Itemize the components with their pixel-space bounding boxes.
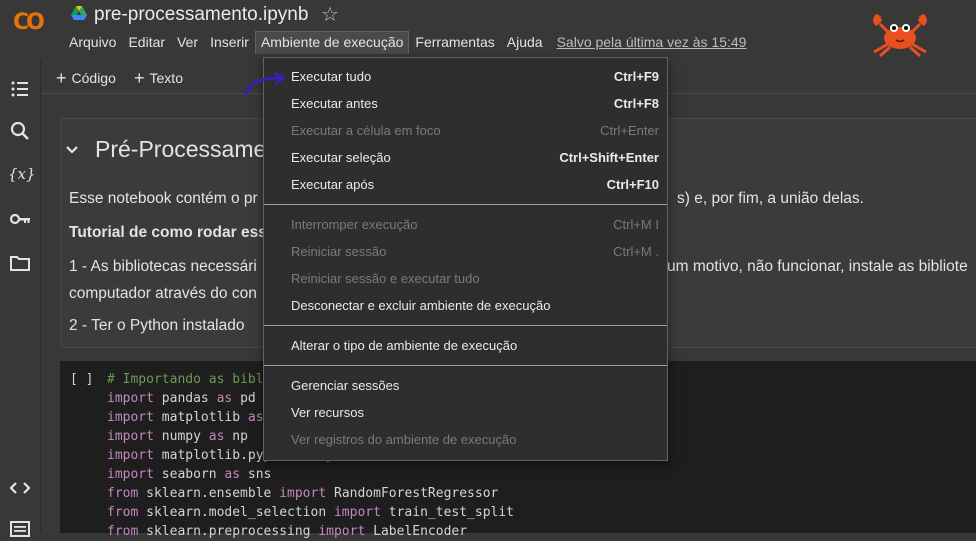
run-cell-button[interactable]: [ ] <box>70 372 93 387</box>
add-text-button[interactable]: + Texto <box>134 67 183 88</box>
menu-ajuda[interactable]: Ajuda <box>501 31 549 53</box>
menu-divider <box>264 325 667 326</box>
collapse-chevron-icon[interactable] <box>65 145 79 155</box>
menu-item-executar-apos[interactable]: Executar após Ctrl+F10 <box>264 171 667 198</box>
menu-item-label: Desconectar e excluir ambiente de execuç… <box>291 298 551 313</box>
annotation-arrow-icon <box>244 72 286 98</box>
menu-ferramentas[interactable]: Ferramentas <box>409 31 500 53</box>
code-line: import matplotlib as <box>107 410 264 425</box>
menu-item-label: Alterar o tipo de ambiente de execução <box>291 338 518 353</box>
menu-divider <box>264 365 667 366</box>
menu-item-executar-tudo[interactable]: Executar tudo Ctrl+F9 <box>264 63 667 90</box>
menu-item-label: Ver recursos <box>291 405 364 420</box>
menu-item-label: Interromper execução <box>291 217 418 232</box>
menu-item-ver-registros: Ver registros do ambiente de execução <box>264 426 667 453</box>
add-code-button[interactable]: + Código <box>56 67 116 88</box>
plus-icon: + <box>56 68 67 88</box>
menu-ambiente-de-execucao[interactable]: Ambiente de execução <box>254 30 410 54</box>
runtime-dropdown-menu: Executar tudo Ctrl+F9 Executar antes Ctr… <box>263 57 668 461</box>
star-icon[interactable]: ☆ <box>321 2 339 27</box>
paragraph-intro-right: s) e, por fim, a união delas. <box>677 190 864 207</box>
crab-mascot-icon <box>873 14 927 58</box>
menu-item-label: Executar seleção <box>291 150 391 165</box>
menu-item-executar-antes[interactable]: Executar antes Ctrl+F8 <box>264 90 667 117</box>
menu-item-shortcut: Ctrl+Shift+Enter <box>559 150 659 165</box>
notebook-title[interactable]: pre-processamento.ipynb <box>94 4 308 26</box>
section-heading: Pré-Processame <box>95 136 267 162</box>
menu-ver[interactable]: Ver <box>171 31 204 53</box>
paragraph-step1-left: 1 - As bibliotecas necessári <box>69 258 257 275</box>
menu-item-executar-selecao[interactable]: Executar seleção Ctrl+Shift+Enter <box>264 144 667 171</box>
menu-item-shortcut: Ctrl+M I <box>613 217 659 232</box>
menu-item-shortcut: Ctrl+F8 <box>613 96 659 111</box>
menu-item-desconectar[interactable]: Desconectar e excluir ambiente de execuç… <box>264 292 667 319</box>
menu-item-reiniciar-sessao: Reiniciar sessão Ctrl+M . <box>264 238 667 265</box>
menu-item-shortcut: Ctrl+F10 <box>606 177 659 192</box>
code-line: # Importando as bibl <box>107 372 264 387</box>
menu-item-alterar-tipo[interactable]: Alterar o tipo de ambiente de execução <box>264 332 667 359</box>
menu-item-gerenciar-sessoes[interactable]: Gerenciar sessões <box>264 372 667 399</box>
menu-item-label: Executar após <box>291 177 375 192</box>
menu-item-label: Gerenciar sessões <box>291 378 400 393</box>
menu-item-executar-celula-em-foco: Executar a célula em foco Ctrl+Enter <box>264 117 667 144</box>
add-text-label: Texto <box>149 70 183 86</box>
paragraph-intro-left: Esse notebook contém o pr <box>69 190 258 207</box>
code-snippets-icon[interactable] <box>8 476 32 500</box>
menu-inserir[interactable]: Inserir <box>204 31 255 53</box>
google-drive-icon <box>71 6 87 20</box>
colab-logo[interactable]: CO <box>13 10 45 35</box>
menu-item-shortcut: Ctrl+F9 <box>613 69 659 84</box>
menu-item-label: Reiniciar sessão e executar tudo <box>291 271 480 286</box>
paragraph-step2: 2 - Ter o Python instalado <box>69 317 245 334</box>
menu-item-label: Executar tudo <box>291 69 372 84</box>
terminal-icon[interactable] <box>8 517 32 541</box>
variables-icon[interactable]: {x} <box>8 162 36 186</box>
menu-item-label: Executar antes <box>291 96 378 111</box>
menu-item-shortcut: Ctrl+M . <box>613 244 659 259</box>
menu-item-label: Executar a célula em foco <box>291 123 441 138</box>
menu-item-shortcut: Ctrl+Enter <box>600 123 659 138</box>
search-icon[interactable] <box>8 119 32 143</box>
menu-item-label: Reiniciar sessão <box>291 244 387 259</box>
menu-item-label: Ver registros do ambiente de execução <box>291 432 517 447</box>
left-sidebar: {x} <box>0 59 41 537</box>
paragraph-step1-cont: computador através do con <box>69 285 257 302</box>
plus-icon: + <box>134 68 145 88</box>
menu-editar[interactable]: Editar <box>122 31 171 53</box>
menu-divider <box>264 204 667 205</box>
paragraph-step1-right: um motivo, não funcionar, instale as bib… <box>667 258 968 275</box>
key-icon[interactable] <box>8 207 32 231</box>
saved-status-link[interactable]: Salvo pela última vez às 15:49 <box>551 31 753 53</box>
code-line: import numpy as np <box>107 429 248 444</box>
folder-icon[interactable] <box>8 251 32 275</box>
paragraph-tutorial: Tutorial de como rodar ess <box>69 224 267 241</box>
table-of-contents-icon[interactable] <box>8 77 32 101</box>
code-line: from sklearn.ensemble import RandomFores… <box>107 486 499 501</box>
code-line: from sklearn.preprocessing import LabelE… <box>107 524 468 539</box>
code-line: import seaborn as sns <box>107 467 272 482</box>
menu-item-ver-recursos[interactable]: Ver recursos <box>264 399 667 426</box>
menu-item-interromper-execucao: Interromper execução Ctrl+M I <box>264 211 667 238</box>
menu-item-reiniciar-e-executar: Reiniciar sessão e executar tudo <box>264 265 667 292</box>
header: CO pre-processamento.ipynb ☆ Arquivo Edi… <box>0 0 976 59</box>
add-code-label: Código <box>71 70 116 86</box>
menubar: Arquivo Editar Ver Inserir Ambiente de e… <box>63 30 753 54</box>
menu-arquivo[interactable]: Arquivo <box>63 31 122 53</box>
colab-logo-text: CO <box>13 10 45 35</box>
code-line: from sklearn.model_selection import trai… <box>107 505 515 520</box>
code-line: import pandas as pd <box>107 391 256 406</box>
